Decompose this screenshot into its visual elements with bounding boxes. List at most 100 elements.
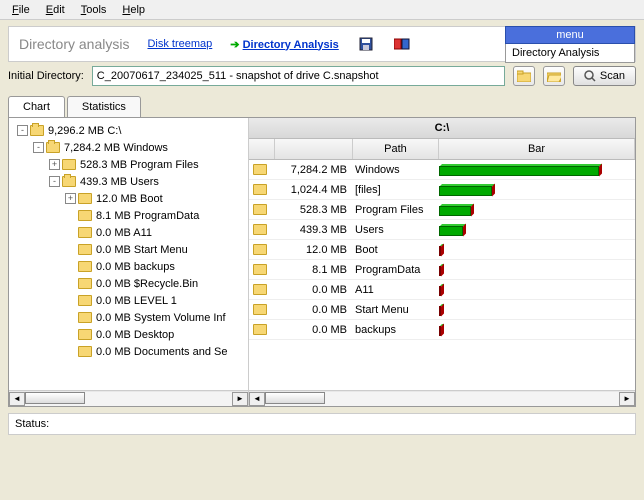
folder-icon — [78, 329, 92, 340]
tree-row[interactable]: 0.0 MB A11 — [11, 224, 246, 241]
initial-directory-label: Initial Directory: — [8, 70, 84, 82]
grid-row[interactable]: 8.1 MBProgramData — [249, 260, 635, 280]
folder-icon — [253, 324, 267, 335]
tabs: Chart Statistics — [8, 96, 636, 117]
spacer — [65, 210, 76, 221]
grid-row[interactable]: 528.3 MBProgram Files — [249, 200, 635, 220]
scroll-left-icon[interactable]: ◄ — [9, 392, 25, 406]
menubar: FFileile Edit Tools Help — [0, 0, 644, 20]
name-cell: A11 — [353, 284, 439, 296]
tree-row[interactable]: 0.0 MB Documents and Se — [11, 343, 246, 360]
bar — [439, 264, 629, 276]
folder-icon — [78, 261, 92, 272]
scroll-thumb[interactable] — [25, 392, 85, 404]
toolbar: Directory analysis Disk treemap ➔ Direct… — [8, 26, 636, 62]
scroll-right-icon[interactable]: ► — [619, 392, 635, 406]
collapse-icon[interactable]: - — [17, 125, 28, 136]
grid-row[interactable]: 0.0 MBbackups — [249, 320, 635, 340]
name-cell: Boot — [353, 244, 439, 256]
tree-row[interactable]: 8.1 MB ProgramData — [11, 207, 246, 224]
tree-label: 0.0 MB System Volume Inf — [96, 312, 226, 324]
arrow-right-icon: ➔ — [230, 39, 239, 51]
tab-chart[interactable]: Chart — [8, 96, 65, 117]
bar — [439, 284, 629, 296]
spacer — [65, 346, 76, 357]
collapse-icon[interactable]: - — [49, 176, 60, 187]
scroll-thumb[interactable] — [265, 392, 325, 404]
collapse-icon[interactable]: - — [33, 142, 44, 153]
tree-pane[interactable]: -9,296.2 MB C:\-7,284.2 MB Windows+528.3… — [9, 118, 249, 406]
tree-label: 0.0 MB LEVEL 1 — [96, 295, 177, 307]
menu-help[interactable]: Help — [114, 2, 153, 18]
size-cell: 1,024.4 MB — [275, 184, 353, 196]
browse-folder-button[interactable] — [513, 66, 535, 86]
bar — [439, 244, 629, 256]
spacer — [65, 295, 76, 306]
search-icon — [584, 70, 596, 82]
bar — [439, 164, 629, 176]
tree-hscroll[interactable]: ◄ ► — [9, 390, 248, 406]
tree-row[interactable]: 0.0 MB Start Menu — [11, 241, 246, 258]
name-cell: [files] — [353, 184, 439, 196]
compare-icon[interactable] — [393, 35, 411, 53]
spacer — [65, 261, 76, 272]
name-cell: Users — [353, 224, 439, 236]
initial-directory-input[interactable] — [92, 66, 505, 86]
tree-row[interactable]: - 7,284.2 MB Windows — [11, 139, 246, 156]
path-header: C:\ — [249, 118, 635, 139]
side-menu-header[interactable]: menu — [505, 26, 635, 44]
link-directory-analysis[interactable]: ➔ Directory Analysis — [230, 38, 338, 51]
side-menu-option[interactable]: Directory Analysis — [505, 44, 635, 63]
folder-icon — [78, 295, 92, 306]
tree-row[interactable]: +528.3 MB Program Files — [11, 156, 246, 173]
tree-label: 12.0 MB Boot — [96, 193, 163, 205]
tree-row[interactable]: 0.0 MB LEVEL 1 — [11, 292, 246, 309]
save-icon[interactable] — [357, 35, 375, 53]
grid-row[interactable]: 7,284.2 MBWindows — [249, 160, 635, 180]
grid-row[interactable]: 439.3 MBUsers — [249, 220, 635, 240]
expand-icon[interactable]: + — [65, 193, 76, 204]
bar — [439, 324, 629, 336]
scan-button[interactable]: Scan — [573, 66, 636, 86]
menu-tools[interactable]: Tools — [73, 2, 115, 18]
tree-row[interactable]: 0.0 MB System Volume Inf — [11, 309, 246, 326]
tree-row[interactable]: +12.0 MB Boot — [11, 190, 246, 207]
spacer — [65, 244, 76, 255]
expand-icon[interactable]: + — [49, 159, 60, 170]
folder-icon — [253, 224, 267, 235]
tree-row[interactable]: 0.0 MB Desktop — [11, 326, 246, 343]
grid-row[interactable]: 0.0 MBA11 — [249, 280, 635, 300]
scroll-right-icon[interactable]: ► — [232, 392, 248, 406]
menu-edit[interactable]: Edit — [38, 2, 73, 18]
tree-label: 7,284.2 MB Windows — [64, 142, 168, 154]
link-disk-treemap[interactable]: Disk treemap — [147, 38, 212, 50]
tree-row[interactable]: -439.3 MB Users — [11, 173, 246, 190]
tree-row[interactable]: 0.0 MB backups — [11, 258, 246, 275]
open-folder-button[interactable] — [543, 66, 565, 86]
col-path[interactable]: Path — [353, 139, 439, 159]
chart-hscroll[interactable]: ◄ ► — [249, 390, 635, 406]
menu-file[interactable]: FFileile — [4, 2, 38, 18]
chart-pane: C:\ Path Bar 7,284.2 MBWindows1,024.4 MB… — [249, 118, 635, 406]
grid-row[interactable]: 1,024.4 MB[files] — [249, 180, 635, 200]
grid-row[interactable]: 12.0 MBBoot — [249, 240, 635, 260]
tree-row[interactable]: -9,296.2 MB C:\ — [11, 122, 246, 139]
name-cell: Start Menu — [353, 304, 439, 316]
grid-row[interactable]: 0.0 MBStart Menu — [249, 300, 635, 320]
tab-statistics[interactable]: Statistics — [67, 96, 141, 117]
col-bar[interactable]: Bar — [439, 139, 635, 159]
spacer — [65, 329, 76, 340]
name-cell: backups — [353, 324, 439, 336]
folder-icon — [62, 159, 76, 170]
bar — [439, 224, 629, 236]
grid-body[interactable]: 7,284.2 MBWindows1,024.4 MB[files]528.3 … — [249, 160, 635, 390]
tree-label: 0.0 MB A11 — [96, 227, 152, 239]
folder-icon — [253, 244, 267, 255]
tree-row[interactable]: 0.0 MB $Recycle.Bin — [11, 275, 246, 292]
content-panes: -9,296.2 MB C:\-7,284.2 MB Windows+528.3… — [8, 117, 636, 407]
scroll-left-icon[interactable]: ◄ — [249, 392, 265, 406]
tree-label: 0.0 MB backups — [96, 261, 175, 273]
size-cell: 0.0 MB — [275, 284, 353, 296]
name-cell: ProgramData — [353, 264, 439, 276]
page-title: Directory analysis — [19, 36, 129, 52]
